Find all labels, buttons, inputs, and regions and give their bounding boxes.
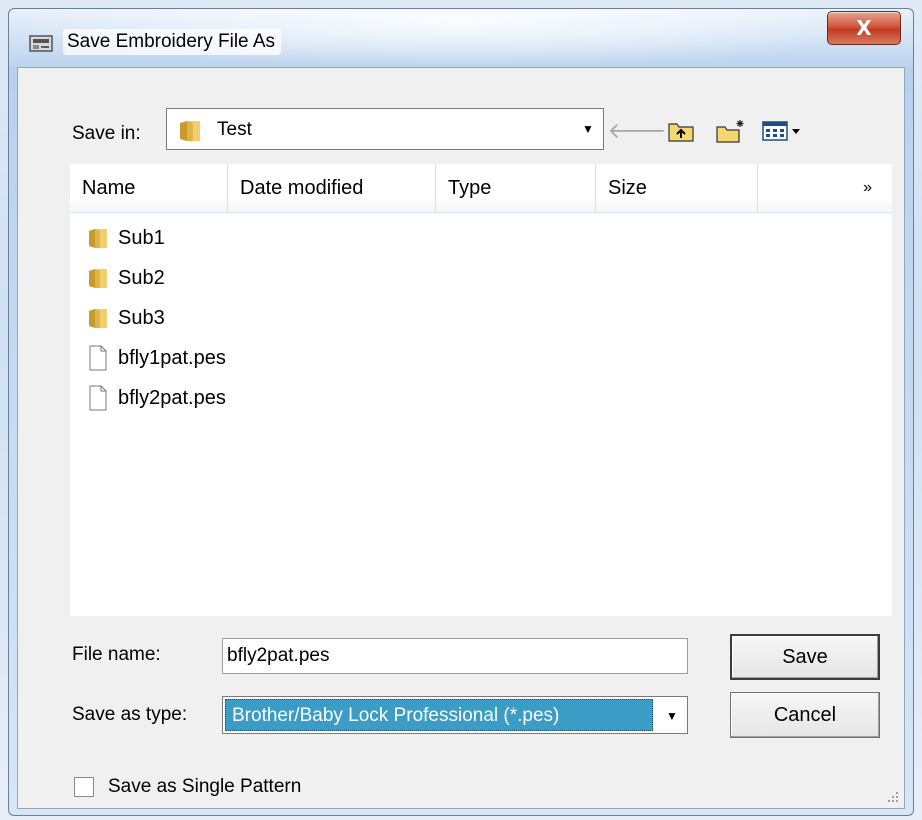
column-header-name[interactable]: Name <box>70 164 228 212</box>
save-as-type-combo[interactable]: Brother/Baby Lock Professional (*.pes) ▼ <box>222 696 688 734</box>
save-as-type-label: Save as type: <box>72 704 188 725</box>
up-folder-icon[interactable] <box>666 118 696 144</box>
back-arrow-icon[interactable]: 🡐 <box>608 118 667 144</box>
view-menu-icon[interactable] <box>760 118 806 144</box>
save-in-value: Test <box>217 119 252 140</box>
list-item-file[interactable]: bfly2pat.pes <box>86 382 226 414</box>
file-list[interactable]: ▲ Name Date modified Type Size » Sub1 Su… <box>70 164 892 616</box>
chevron-down-icon[interactable]: ▼ <box>575 113 601 145</box>
save-in-label: Save in: <box>72 123 141 144</box>
save-dialog: Save Embroidery File As X Save in: Test … <box>8 8 914 816</box>
document-icon <box>86 344 110 372</box>
file-name-label: File name: <box>72 644 161 665</box>
column-header-type[interactable]: Type <box>436 164 596 212</box>
list-item-folder[interactable]: Sub3 <box>86 302 165 334</box>
single-pattern-checkbox[interactable] <box>74 777 94 797</box>
title-bar[interactable]: Save Embroidery File As X <box>9 9 913 67</box>
list-item-folder[interactable]: Sub1 <box>86 222 165 254</box>
folder-icon <box>86 264 110 292</box>
more-columns-button[interactable]: » <box>758 164 892 212</box>
header-divider <box>70 212 892 213</box>
close-button[interactable]: X <box>827 11 901 45</box>
new-folder-icon[interactable] <box>714 118 748 144</box>
list-item-label: Sub2 <box>118 266 165 289</box>
list-item-label: bfly2pat.pes <box>118 386 226 409</box>
column-header-size[interactable]: Size <box>596 164 758 212</box>
chevron-down-icon[interactable]: ▼ <box>659 700 685 732</box>
list-item-label: bfly1pat.pes <box>118 346 226 369</box>
file-name-input[interactable] <box>222 638 688 674</box>
list-item-label: Sub3 <box>118 306 165 329</box>
list-item-label: Sub1 <box>118 226 165 249</box>
save-in-combo[interactable]: Test ▼ <box>166 108 604 150</box>
list-item-folder[interactable]: Sub2 <box>86 262 165 294</box>
column-header-date-modified[interactable]: Date modified <box>228 164 436 212</box>
app-icon <box>29 33 53 53</box>
resize-grip-icon[interactable] <box>884 788 900 804</box>
single-pattern-label[interactable]: Save as Single Pattern <box>108 776 301 798</box>
folder-icon <box>86 224 110 252</box>
folder-icon <box>177 117 203 143</box>
save-button[interactable]: Save <box>730 634 880 680</box>
save-as-type-value: Brother/Baby Lock Professional (*.pes) <box>225 699 653 731</box>
cancel-button[interactable]: Cancel <box>730 692 880 738</box>
folder-icon <box>86 304 110 332</box>
document-icon <box>86 384 110 412</box>
window-title: Save Embroidery File As <box>63 29 282 55</box>
list-item-file[interactable]: bfly1pat.pes <box>86 342 226 374</box>
dialog-body: Save in: Test ▼ 🡐 Name Date modified Typ… <box>17 67 905 809</box>
